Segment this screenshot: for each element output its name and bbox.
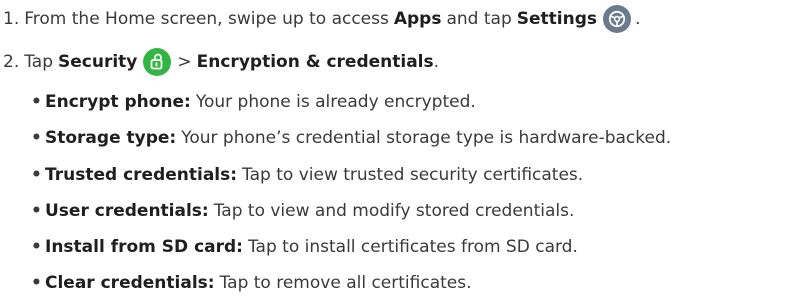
breadcrumb-separator: > — [177, 52, 192, 72]
step-text: and tap — [446, 9, 512, 29]
bullet-icon: • — [31, 165, 42, 185]
bullet-icon: • — [31, 92, 42, 112]
list-item-clear-credentials: • Clear credentials: Tap to remove all c… — [31, 271, 472, 295]
list-item-term: Clear credentials: — [45, 273, 215, 293]
bullet-icon: • — [31, 201, 42, 221]
list-item-trusted-credentials: • Trusted credentials: Tap to view trust… — [31, 163, 583, 187]
step-number: 2. — [3, 52, 20, 72]
step-end: . — [433, 52, 440, 72]
list-item-description: Your phone is already encrypted. — [195, 92, 476, 112]
step-1: 1. From the Home screen, swipe up to acc… — [3, 5, 640, 33]
list-item-install-from-sd-card: • Install from SD card: Tap to install c… — [31, 235, 578, 259]
list-item-term: Install from SD card: — [45, 237, 243, 257]
instructions-document: 1. From the Home screen, swipe up to acc… — [0, 0, 794, 306]
step-text: Tap — [24, 52, 54, 72]
list-item-storage-type: • Storage type: Your phone’s credential … — [31, 126, 671, 150]
list-item-description: Your phone’s credential storage type is … — [181, 128, 672, 148]
list-item-description: Tap to remove all certificates. — [219, 273, 472, 293]
list-item-term: Encrypt phone: — [45, 92, 191, 112]
apps-label: Apps — [393, 9, 442, 29]
list-item-description: Tap to install certificates from SD card… — [247, 237, 578, 257]
list-item-term: User credentials: — [45, 201, 209, 221]
list-item-user-credentials: • User credentials: Tap to view and modi… — [31, 199, 574, 223]
encryption-credentials-label: Encryption & credentials — [196, 52, 434, 72]
bullet-icon: • — [31, 237, 42, 257]
list-item-description: Tap to view trusted security certificate… — [242, 165, 584, 185]
step-2: 2. Tap Security > Encryption & credentia… — [3, 48, 439, 76]
bullet-icon: • — [31, 128, 42, 148]
list-item-term: Storage type: — [45, 128, 177, 148]
list-item-term: Trusted credentials: — [45, 165, 238, 185]
bullet-icon: • — [31, 273, 42, 293]
list-item-encrypt-phone: • Encrypt phone: Your phone is already e… — [31, 90, 476, 114]
security-lock-icon — [143, 48, 172, 76]
step-number: 1. — [3, 9, 20, 29]
step-text: From the Home screen, swipe up to access — [24, 9, 389, 29]
security-label: Security — [58, 52, 138, 72]
list-item-description: Tap to view and modify stored credential… — [213, 201, 575, 221]
step-end: . — [635, 9, 641, 29]
settings-label: Settings — [516, 9, 597, 29]
settings-icon — [603, 5, 631, 33]
